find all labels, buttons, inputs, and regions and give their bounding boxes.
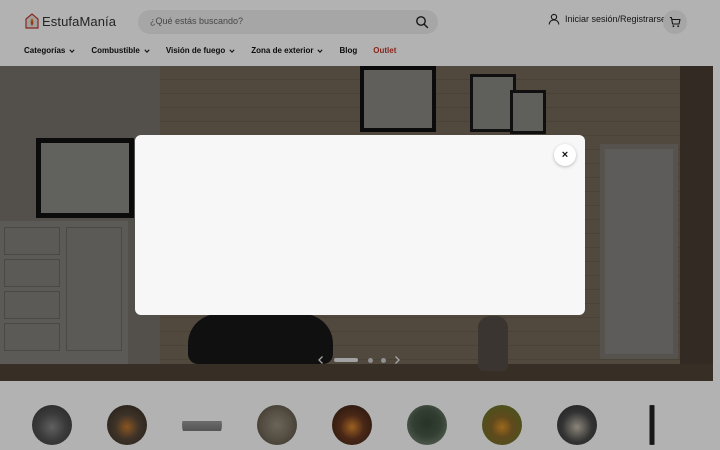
- close-icon[interactable]: ×: [554, 144, 576, 166]
- popup-modal: ×: [135, 135, 585, 315]
